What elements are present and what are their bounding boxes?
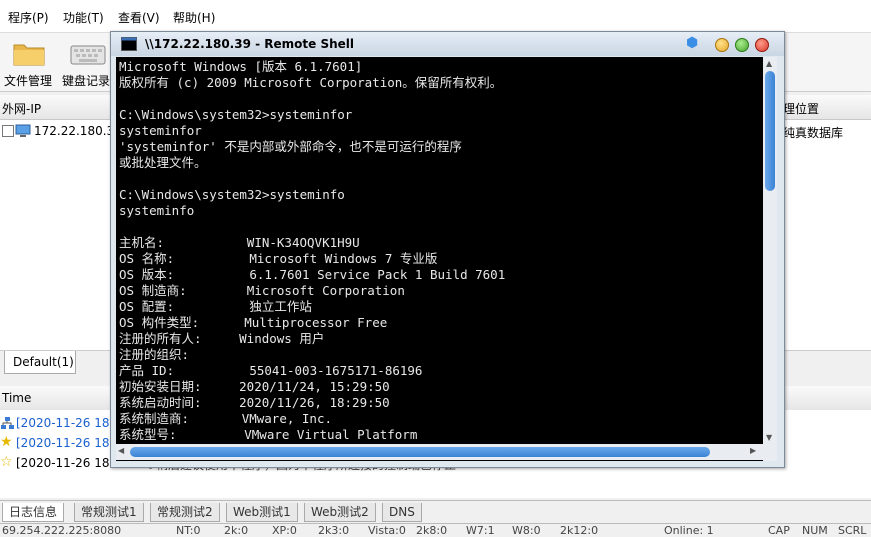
menu-bar: 程序(P) 功能(T) 查看(V) 帮助(H) — [0, 0, 871, 33]
host-ip: 172.22.180.39 — [34, 124, 122, 138]
console-line: 初始安装日期: 2020/11/24, 15:29:50 — [119, 379, 390, 394]
column-time[interactable]: Time — [2, 391, 31, 405]
console-line: OS 构件类型: Multiprocessor Free — [119, 315, 388, 330]
tab-test2[interactable]: 常规测试2 — [150, 503, 220, 522]
status-online: Online: 1 — [664, 524, 714, 537]
scroll-down-icon[interactable]: ▼ — [766, 433, 772, 442]
tab-default-label: Default(1) — [13, 355, 74, 369]
file-manager-label: 文件管理 — [4, 74, 53, 88]
console-line: OS 版本: 6.1.7601 Service Pack 1 Build 760… — [119, 267, 506, 282]
status-num: NUM — [802, 524, 828, 537]
tab-test1[interactable]: 常规测试1 — [74, 503, 144, 522]
tab-default[interactable]: Default(1) — [4, 351, 76, 374]
close-button[interactable] — [755, 38, 769, 52]
tab-web1[interactable]: Web测试1 — [226, 503, 298, 522]
console-line: 注册的所有人: Windows 用户 — [119, 331, 325, 346]
remote-shell-window: \\172.22.180.39 - Remote Shell ⬢ Microso… — [110, 31, 785, 468]
scroll-up-icon[interactable]: ▲ — [766, 59, 772, 68]
tab-web2[interactable]: Web测试2 — [304, 503, 376, 522]
console-line: 或批处理文件。 — [119, 155, 207, 170]
status-w8: W8:0 — [512, 524, 541, 537]
file-manager-button[interactable]: 文件管理 — [4, 35, 56, 89]
console-line: OS 制造商: Microsoft Corporation — [119, 283, 405, 298]
console-line: 系统型号: VMware Virtual Platform — [119, 427, 418, 442]
console-line: C:\Windows\system32>systeminfo — [119, 187, 345, 202]
status-vista: Vista:0 — [368, 524, 406, 537]
column-wan-ip[interactable]: 外网-IP — [2, 100, 41, 117]
status-2k8: 2k8:0 — [416, 524, 448, 537]
star-icon: ☆ — [0, 454, 13, 470]
shell-titlebar[interactable]: \\172.22.180.39 - Remote Shell ⬢ — [111, 32, 784, 56]
console-line: C:\Windows\system32>systeminfor — [119, 107, 353, 122]
star-icon: ★ — [0, 434, 13, 450]
keylogger-label: 键盘记录 — [62, 74, 111, 88]
horizontal-scrollbar[interactable]: ◀ ▶ — [116, 444, 763, 460]
console-line: systeminfor — [119, 123, 202, 138]
status-bar: 69.254.222.225:8080 NT:0 2k:0 XP:0 2k3:0… — [0, 523, 871, 537]
log-time: [2020-11-26 18: — [16, 416, 114, 430]
maximize-button[interactable] — [735, 38, 749, 52]
console-line: 系统启动时间: 2020/11/26, 18:29:50 — [119, 395, 390, 410]
tab-log[interactable]: 日志信息 — [2, 503, 65, 522]
vertical-scroll-thumb[interactable] — [765, 71, 775, 191]
pin-icon[interactable]: ⬢ — [686, 35, 698, 51]
console-line: 注册的组织: — [119, 347, 190, 362]
menu-view[interactable]: 查看(V) — [118, 9, 160, 26]
console-line: 'systeminfor' 不是内部或外部命令，也不是可运行的程序 — [119, 139, 462, 154]
minimize-button[interactable] — [715, 38, 729, 52]
keylogger-button[interactable]: 键盘记录 — [62, 35, 114, 89]
status-xp: XP:0 — [272, 524, 297, 537]
host-location: 纯真数据库 — [783, 126, 844, 140]
menu-help[interactable]: 帮助(H) — [173, 9, 215, 26]
tab-dns[interactable]: DNS — [382, 503, 422, 522]
menu-program[interactable]: 程序(P) — [8, 9, 49, 26]
log-time: [2020-11-26 18: — [16, 436, 114, 450]
console-line: Microsoft Windows [版本 6.1.7601] — [119, 59, 363, 74]
status-w7: W7:1 — [466, 524, 495, 537]
status-2k3: 2k3:0 — [318, 524, 350, 537]
console-line: OS 名称: Microsoft Windows 7 专业版 — [119, 251, 438, 266]
vertical-scrollbar[interactable]: ▲ ▼ — [763, 57, 777, 461]
status-cap: CAP — [768, 524, 790, 537]
status-2k12: 2k12:0 — [560, 524, 599, 537]
horizontal-scroll-thumb[interactable] — [130, 447, 710, 457]
scroll-left-icon[interactable]: ◀ — [118, 446, 124, 455]
console-line: 主机名: WIN-K34OQVK1H9U — [119, 235, 360, 250]
folder-icon — [13, 44, 45, 66]
console-line: systeminfo — [119, 203, 195, 218]
status-address: 69.254.222.225:8080 — [2, 524, 122, 537]
network-icon — [1, 417, 14, 429]
status-nt: NT:0 — [176, 524, 201, 537]
console-line: 产品 ID: 55041-003-1675171-86196 — [119, 363, 423, 378]
keyboard-icon — [70, 45, 106, 65]
console-line: OS 配置: 独立工作站 — [119, 299, 312, 314]
terminal-icon — [121, 37, 137, 51]
row-checkbox[interactable] — [2, 125, 14, 137]
console-line: 系统制造商: VMware, Inc. — [119, 411, 333, 426]
menu-function[interactable]: 功能(T) — [63, 9, 104, 26]
scroll-right-icon[interactable]: ▶ — [750, 446, 756, 455]
shell-title: \\172.22.180.39 - Remote Shell — [145, 37, 355, 51]
console-output[interactable]: Microsoft Windows [版本 6.1.7601] 版权所有 (c) … — [116, 57, 766, 461]
column-location[interactable]: 理位置 — [783, 100, 819, 117]
bottom-tabs: 日志信息 常规测试1 常规测试2 Web测试1 Web测试2 DNS — [0, 500, 871, 523]
status-scrl: SCRL — [838, 524, 867, 537]
console-line: 版权所有 (c) 2009 Microsoft Corporation。保留所有… — [119, 75, 503, 90]
computer-icon — [15, 124, 31, 137]
status-2k: 2k:0 — [224, 524, 249, 537]
